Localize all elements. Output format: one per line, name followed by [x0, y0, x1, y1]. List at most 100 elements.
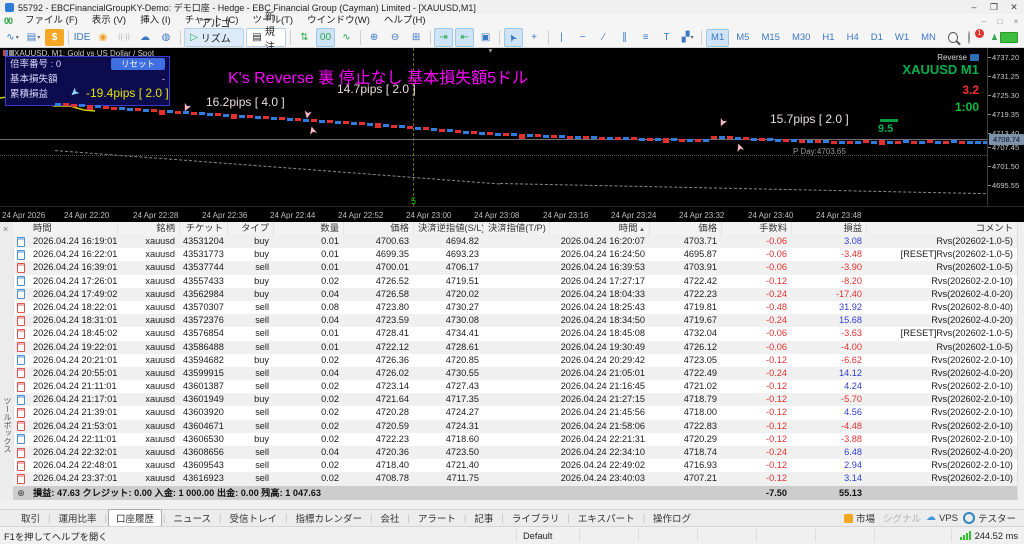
child-minimize-button[interactable]: – [976, 17, 992, 26]
column-header[interactable]: 決済逆指値(S/L) [413, 222, 483, 235]
table-row[interactable]: 2026.04.24 18:45:02xauusd43576854sell0.0… [13, 327, 1017, 340]
cursor-icon[interactable]: ➤ [504, 28, 523, 47]
trendline-icon[interactable]: ∕ [594, 28, 613, 47]
chart-type-icon[interactable]: ∿▾ [3, 28, 22, 47]
timeframe-D1[interactable]: D1 [866, 29, 888, 47]
column-header[interactable]: 数量 [273, 222, 343, 235]
connection-status[interactable]: 244.52 ms [951, 529, 1024, 542]
service-vps[interactable]: ☁VPS [926, 513, 958, 524]
reset-button[interactable]: リセット [111, 58, 165, 70]
crosshair-icon[interactable]: + [525, 28, 544, 47]
toolbox-tab[interactable]: 受信トレイ [222, 510, 284, 526]
maximize-button[interactable]: ❐ [984, 1, 1004, 14]
column-header[interactable]: コメント [866, 222, 1017, 235]
new-order-button[interactable]: ▤新規注文 [246, 28, 286, 47]
toolbox-close-icon[interactable]: × [3, 224, 8, 234]
close-button[interactable]: ✕ [1004, 1, 1024, 14]
toolbox-tab[interactable]: 会社 [373, 510, 406, 526]
timeframe-H1[interactable]: H1 [817, 29, 839, 47]
chart-canvas[interactable]: XAUUSD, M1: Gold vs US Dollar / Spot 倍率番… [0, 48, 987, 206]
table-row[interactable]: 2026.04.24 21:17:01xauusd43601949buy0.02… [13, 393, 1017, 406]
column-header[interactable]: 時間 [29, 222, 117, 235]
column-header[interactable]: タイプ [227, 222, 273, 235]
line-chart-icon[interactable]: ∿ [337, 28, 356, 47]
history-table-header[interactable]: 時間銘柄チケットタイプ数量価格決済逆指値(S/L)決済指値(T/P)時間 ▲価格… [13, 222, 1017, 236]
menu-item[interactable]: ファイル (F) [18, 14, 85, 28]
table-row[interactable]: 2026.04.24 20:21:01xauusd43594682buy0.02… [13, 354, 1017, 367]
column-header[interactable]: 時間 ▲ [549, 222, 649, 235]
table-row[interactable]: 2026.04.24 20:55:01xauusd43599915sell0.0… [13, 367, 1017, 380]
tick-chart-icon[interactable]: ⇅ [295, 28, 314, 47]
community-icon[interactable]: ◍ [157, 28, 176, 47]
toolbox-tab[interactable]: 記事 [467, 510, 500, 526]
toolbox-tab[interactable]: 口座履歴 [108, 509, 162, 527]
shapes-icon[interactable]: ▞▾ [678, 28, 697, 47]
table-row[interactable]: 2026.04.24 21:53:01xauusd43604671sell0.0… [13, 420, 1017, 433]
cloud-icon[interactable]: ☁ [136, 28, 155, 47]
auto-scroll-icon[interactable]: ⇤ [455, 28, 474, 47]
timeframe-M15[interactable]: M15 [756, 29, 784, 47]
child-close-button[interactable]: × [1008, 17, 1024, 26]
table-row[interactable]: 2026.04.24 17:26:01xauusd43557433buy0.02… [13, 275, 1017, 288]
menu-item[interactable]: 表示 (V) [85, 14, 133, 28]
toolbox-tab[interactable]: アラート [411, 510, 463, 526]
table-row[interactable]: 2026.04.24 16:39:01xauusd43537744sell0.0… [13, 261, 1017, 274]
table-row[interactable]: 2026.04.24 23:37:01xauusd43616923sell0.0… [13, 472, 1017, 485]
channel-icon[interactable]: ∥ [615, 28, 634, 47]
timeframe-H4[interactable]: H4 [842, 29, 864, 47]
profile-cell[interactable]: Default [516, 529, 579, 542]
column-header[interactable]: 手数料 [721, 222, 791, 235]
column-header[interactable]: チケット [179, 222, 227, 235]
service-tester[interactable]: テスター [963, 511, 1016, 525]
dollar-icon[interactable]: $ [45, 29, 64, 46]
column-header[interactable]: 決済指値(T/P) [483, 222, 549, 235]
toolbox-tab[interactable]: 運用比率 [51, 510, 103, 526]
zoom-out-icon[interactable]: ⊖ [386, 28, 405, 47]
search-icon[interactable] [948, 32, 958, 43]
column-header[interactable]: 価格 [343, 222, 413, 235]
table-row[interactable]: 2026.04.24 17:49:02xauusd43562984buy0.04… [13, 288, 1017, 301]
ide-button[interactable]: IDE [73, 28, 92, 47]
timeframe-M1[interactable]: M1 [706, 29, 729, 47]
column-header[interactable]: 価格 [649, 222, 721, 235]
price-axis[interactable]: 4737.204731.254725.304719.354713.404707.… [987, 48, 1024, 206]
screenshot-icon[interactable]: ▣ [476, 28, 495, 47]
table-scrollbar[interactable] [1017, 222, 1024, 500]
child-restore-button[interactable]: □ [992, 17, 1008, 26]
timeframe-M30[interactable]: M30 [787, 29, 815, 47]
time-axis[interactable]: 24 Apr 202624 Apr 22:2024 Apr 22:2824 Ap… [0, 206, 1024, 223]
service-market[interactable]: 市場 [844, 511, 875, 525]
menu-item[interactable]: 挿入 (I) [133, 14, 178, 28]
toolbox-tab[interactable]: 取引 [14, 510, 47, 526]
toolbox-tab[interactable]: ニュース [166, 510, 218, 526]
column-header[interactable]: 損益 [791, 222, 866, 235]
timeframe-W1[interactable]: W1 [890, 29, 914, 47]
table-row[interactable]: 2026.04.24 22:48:01xauusd43609543sell0.0… [13, 459, 1017, 472]
candle-chart-icon[interactable]: 00 [316, 28, 335, 47]
table-row[interactable]: 2026.04.24 18:31:01xauusd43572376sell0.0… [13, 314, 1017, 327]
notifications-icon[interactable]: 1 [968, 32, 981, 44]
zoom-in-icon[interactable]: ⊕ [365, 28, 384, 47]
menu-item[interactable]: ウインドウ(W) [300, 14, 377, 28]
service-signals[interactable]: シグナル [880, 511, 921, 525]
toolbox-tab[interactable]: 操作ログ [646, 510, 698, 526]
signal-broadcast-icon[interactable]: ((·)) [115, 28, 134, 47]
fibonacci-icon[interactable]: ≡ [636, 28, 655, 47]
table-row[interactable]: 2026.04.24 16:19:01xauusd43531204buy0.01… [13, 235, 1017, 248]
text-icon[interactable]: T [657, 28, 676, 47]
column-header[interactable]: 銘柄 [117, 222, 179, 235]
table-row[interactable]: 2026.04.24 16:22:01xauusd43531773buy0.01… [13, 248, 1017, 261]
expert-advisor-icon[interactable] [970, 54, 979, 61]
chart-profile-icon[interactable]: ▤▾ [24, 28, 43, 47]
toolbox-tab[interactable]: 指標カレンダー [288, 510, 369, 526]
table-row[interactable]: 2026.04.24 22:32:01xauusd43608656sell0.0… [13, 446, 1017, 459]
toolbox-tab[interactable]: エキスパート [571, 510, 642, 526]
table-row[interactable]: 2026.04.24 19:22:01xauusd43586488sell0.0… [13, 341, 1017, 354]
timeframe-M5[interactable]: M5 [731, 29, 754, 47]
grid-icon[interactable]: ⊞ [407, 28, 426, 47]
shift-end-icon[interactable]: ⇥ [434, 28, 453, 47]
vertical-line-icon[interactable]: | [552, 28, 571, 47]
timeframe-MN[interactable]: MN [916, 29, 941, 47]
toolbox-tab[interactable]: ライブラリ [505, 510, 567, 526]
menu-item[interactable]: ヘルプ(H) [377, 14, 433, 28]
